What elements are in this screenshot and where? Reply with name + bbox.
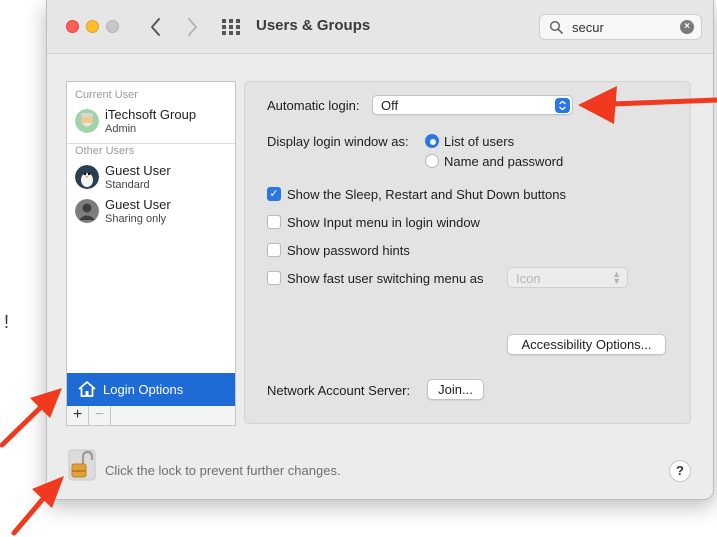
checkbox-sleep-label: Show the Sleep, Restart and Shut Down bu… <box>287 187 566 202</box>
radio-list-of-users-label: List of users <box>444 134 515 149</box>
checkbox-input-label: Show Input menu in login window <box>287 215 480 230</box>
minimize-window-button[interactable] <box>86 20 99 33</box>
add-user-button[interactable]: + <box>67 406 89 425</box>
users-list: Current User iTechsoft Group Admin Other… <box>66 81 236 407</box>
title-bar: Users & Groups secur × <box>47 0 713 54</box>
search-icon <box>549 20 563 34</box>
user-role: Admin <box>105 123 137 135</box>
login-options-item[interactable]: Login Options <box>67 373 235 406</box>
checkbox-hints-label: Show password hints <box>287 243 410 258</box>
automatic-login-popup[interactable]: Off <box>372 95 573 115</box>
user-row-guest-standard[interactable]: Guest User Standard <box>67 162 235 196</box>
user-row-guest-sharing[interactable]: Guest User Sharing only <box>67 196 235 230</box>
section-divider <box>67 143 235 144</box>
user-row-itechsoft[interactable]: iTechsoft Group Admin <box>67 106 235 140</box>
house-icon <box>78 381 96 397</box>
show-all-grid-icon[interactable] <box>221 18 241 36</box>
zoom-window-button[interactable] <box>106 20 119 33</box>
radio-list-of-users[interactable] <box>425 134 439 148</box>
lock-message: Click the lock to prevent further change… <box>105 463 341 478</box>
network-account-label: Network Account Server: <box>267 383 411 398</box>
add-remove-bar: + − <box>66 406 236 426</box>
user-avatar-icon <box>75 109 99 133</box>
penguin-avatar-icon <box>75 165 99 189</box>
clear-search-icon[interactable]: × <box>680 20 694 34</box>
user-role: Sharing only <box>105 213 167 225</box>
unlocked-padlock-icon[interactable] <box>66 448 98 482</box>
radio-name-and-password-label: Name and password <box>444 154 564 169</box>
remove-user-button[interactable]: − <box>89 406 111 425</box>
popup-arrows-icon <box>555 98 570 113</box>
fast-switching-value: Icon <box>516 271 541 286</box>
background-fragment: ! <box>4 312 10 332</box>
person-silhouette-icon <box>75 199 99 223</box>
checkbox-input-menu[interactable] <box>267 215 281 229</box>
login-options-pane: Automatic login: Off Display login windo… <box>244 81 691 424</box>
automatic-login-label: Automatic login: <box>267 98 360 113</box>
checkbox-sleep-restart-shutdown[interactable]: ✓ <box>267 187 281 201</box>
automatic-login-value: Off <box>381 98 399 113</box>
search-field[interactable]: secur × <box>539 14 702 40</box>
fast-switching-menu-popup: Icon ▲ ▼ <box>507 267 628 288</box>
help-button[interactable]: ? <box>669 460 691 482</box>
user-name: Guest User <box>105 163 171 178</box>
back-arrow-icon[interactable] <box>145 14 167 40</box>
forward-arrow-icon[interactable] <box>181 14 203 40</box>
preferences-window: Users & Groups secur × Current User iTec… <box>46 0 714 500</box>
user-name: iTechsoft Group <box>105 107 197 122</box>
radio-name-and-password[interactable] <box>425 154 439 168</box>
window-title: Users & Groups <box>256 17 371 34</box>
search-input[interactable]: secur <box>572 20 604 35</box>
join-button[interactable]: Join... <box>427 379 484 400</box>
display-login-label: Display login window as: <box>267 134 409 149</box>
checkbox-fast-user-switching[interactable] <box>267 271 281 285</box>
user-name: Guest User <box>105 197 171 212</box>
popup-arrows-icon: ▲ ▼ <box>612 269 621 286</box>
user-role: Standard <box>105 179 150 191</box>
checkbox-fast-label: Show fast user switching menu as <box>287 271 484 286</box>
accessibility-options-button[interactable]: Accessibility Options... <box>507 334 666 355</box>
current-user-header: Current User <box>75 89 138 101</box>
checkbox-password-hints[interactable] <box>267 243 281 257</box>
other-users-header: Other Users <box>75 145 135 157</box>
close-window-button[interactable] <box>66 20 79 33</box>
login-options-label: Login Options <box>103 382 184 397</box>
